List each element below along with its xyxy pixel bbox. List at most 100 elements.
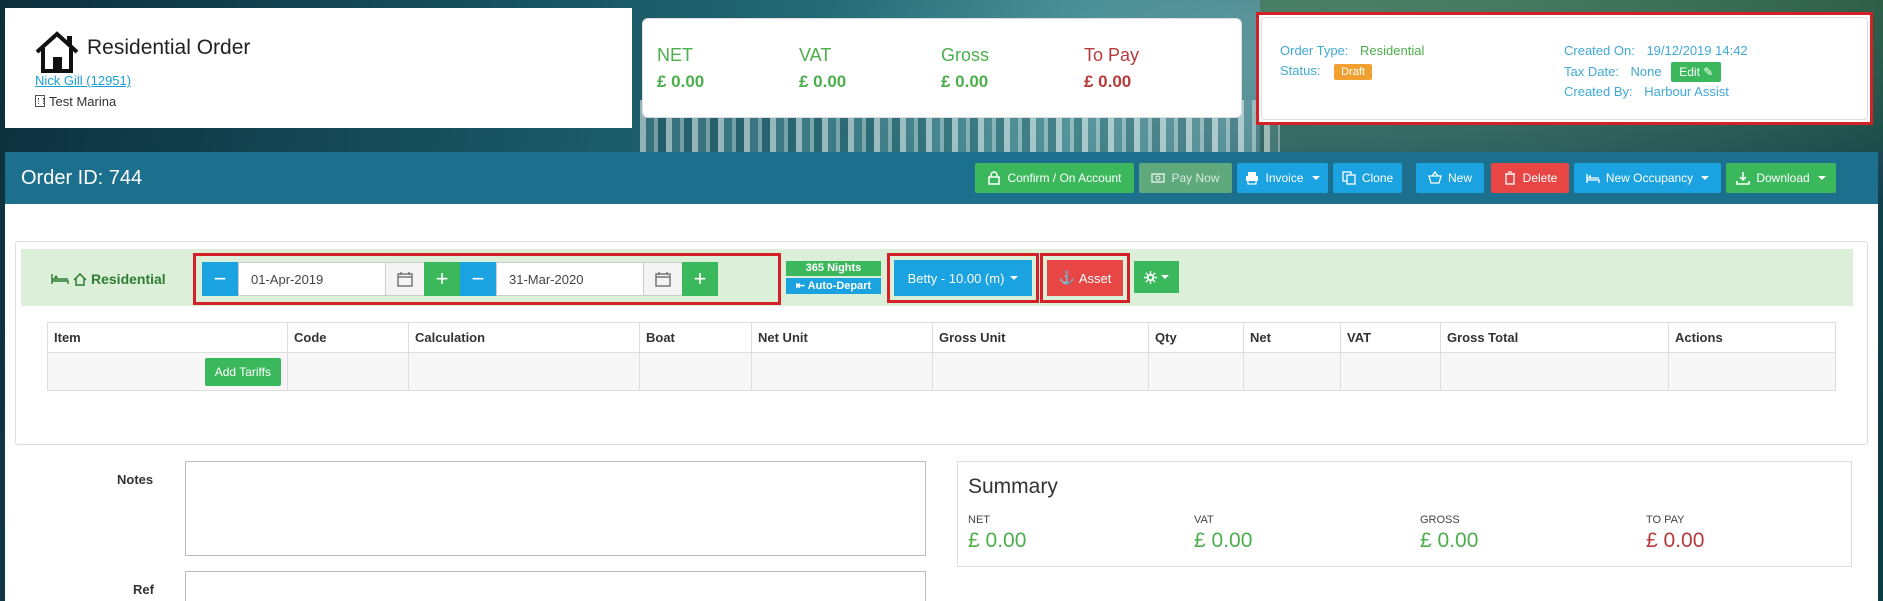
edit-icon: ✎: [1703, 65, 1714, 79]
delete-label: Delete: [1522, 171, 1558, 185]
start-date-decrement-button[interactable]: −: [202, 262, 238, 296]
bed-icon: [1586, 174, 1600, 183]
vat-value: £ 0.00: [799, 72, 847, 91]
settings-dropdown-button[interactable]: [1134, 261, 1179, 293]
col-gross-unit: Gross Unit: [932, 322, 1149, 353]
nights-badge: 365 Nights: [786, 261, 881, 276]
invoice-label: Invoice: [1265, 171, 1304, 185]
new-label: New: [1447, 171, 1472, 185]
anchor-icon: ⚓: [1058, 270, 1075, 285]
start-date-input[interactable]: 01-Apr-2019: [238, 262, 386, 296]
clone-button[interactable]: Clone: [1333, 163, 1402, 193]
created-on-row: Created On: 19/12/2019 14:42: [1564, 43, 1748, 58]
summary-panel: Summary NET £ 0.00 VAT £ 0.00 GROSS £ 0.…: [957, 461, 1852, 567]
pay-now-label: Pay Now: [1171, 171, 1220, 185]
summary-vat: VAT £ 0.00: [1194, 514, 1252, 553]
summary-net-value: £ 0.00: [968, 529, 1027, 552]
gross-value: £ 0.00: [941, 72, 989, 91]
table-row: Add Tariffs: [47, 352, 1836, 391]
net-value: £ 0.00: [657, 72, 705, 91]
col-vat: VAT: [1340, 322, 1441, 353]
confirm-on-account-button[interactable]: Confirm / On Account: [975, 163, 1134, 193]
order-toolbar: Order ID: 744 Confirm / On Account Pay N…: [5, 152, 1878, 204]
order-type-key: Order Type:: [1280, 43, 1349, 58]
house-icon: [35, 31, 79, 73]
net-label: NET: [657, 45, 693, 65]
table-cell: [287, 352, 409, 391]
clone-label: Clone: [1361, 171, 1394, 185]
created-by-key: Created By:: [1564, 84, 1633, 99]
col-item: Item: [47, 322, 288, 353]
download-icon: [1736, 172, 1751, 185]
order-type-value: Residential: [1360, 43, 1425, 58]
tariff-table: Item Code Calculation Boat Net Unit Gros…: [47, 322, 1836, 391]
summary-net-label: NET: [968, 514, 990, 526]
gross-label: Gross: [941, 45, 990, 65]
start-calendar-icon[interactable]: [385, 262, 425, 296]
col-boat: Boat: [639, 322, 752, 353]
boat-select-button[interactable]: Betty - 10.00 (m): [894, 260, 1032, 296]
new-button[interactable]: New: [1416, 163, 1484, 193]
summary-gross-label: GROSS: [1420, 514, 1460, 526]
summary-to-pay-value: £ 0.00: [1646, 529, 1705, 552]
order-type-row: Order Type: Residential: [1280, 43, 1424, 58]
summary-title: Summary: [968, 475, 1058, 498]
totals-card: NET £ 0.00 VAT £ 0.00 Gross £ 0.00 To Pa…: [642, 18, 1242, 118]
total-gross: Gross £ 0.00: [941, 45, 989, 92]
customer-link[interactable]: Nick Gill (12951): [35, 73, 131, 88]
new-occupancy-button[interactable]: New Occupancy: [1574, 163, 1721, 193]
pay-now-button[interactable]: Pay Now: [1139, 163, 1232, 193]
table-cell: [1243, 352, 1341, 391]
basket-icon: [1428, 171, 1442, 184]
home-icon: [73, 272, 87, 286]
copy-icon: [1342, 171, 1356, 185]
summary-vat-label: VAT: [1194, 514, 1214, 526]
invoice-button[interactable]: Invoice: [1237, 163, 1328, 193]
ref-input[interactable]: [185, 571, 926, 601]
col-code: Code: [287, 322, 409, 353]
edit-tax-date-button[interactable]: Edit ✎: [1671, 62, 1722, 82]
col-qty: Qty: [1148, 322, 1244, 353]
table-cell: Add Tariffs: [47, 352, 288, 391]
table-cell: [639, 352, 752, 391]
auto-depart-label: Auto-Depart: [807, 280, 872, 292]
summary-vat-value: £ 0.00: [1194, 529, 1253, 552]
end-date-increment-button[interactable]: +: [682, 262, 718, 296]
residential-text: Residential: [91, 271, 166, 287]
vat-label: VAT: [799, 45, 832, 65]
to-pay-value: £ 0.00: [1084, 72, 1132, 91]
add-tariffs-button[interactable]: Add Tariffs: [204, 357, 281, 386]
summary-gross-value: £ 0.00: [1420, 529, 1479, 552]
end-calendar-icon[interactable]: [643, 262, 683, 296]
summary-to-pay-label: TO PAY: [1646, 514, 1685, 526]
created-on-value: 19/12/2019 14:42: [1646, 43, 1748, 58]
download-button[interactable]: Download: [1726, 163, 1836, 193]
summary-gross: GROSS £ 0.00: [1420, 514, 1478, 553]
status-badge: Draft: [1334, 64, 1372, 80]
trash-icon: [1504, 171, 1515, 185]
summary-net: NET £ 0.00: [968, 514, 1026, 553]
end-date-input[interactable]: 31-Mar-2020: [496, 262, 644, 296]
boat-select-label: Betty - 10.00 (m): [907, 270, 1005, 286]
created-by-row: Created By: Harbour Assist: [1564, 84, 1729, 99]
bed-icon: [51, 274, 69, 284]
date-range-group: − 01-Apr-2019 + − 31-Mar-2020 +: [193, 253, 781, 305]
auto-depart-icon: ⇤: [795, 280, 805, 292]
asset-button[interactable]: ⚓ Asset: [1047, 260, 1123, 296]
to-pay-label: To Pay: [1084, 45, 1140, 65]
notes-textarea[interactable]: [185, 461, 926, 556]
order-id: Order ID: 744: [21, 167, 143, 189]
building-icon: [35, 95, 45, 107]
auto-depart-badge: ⇤ Auto-Depart: [786, 278, 881, 294]
end-date-decrement-button[interactable]: −: [460, 262, 496, 296]
page-title: Residential Order: [87, 36, 251, 59]
start-date-increment-button[interactable]: +: [424, 262, 460, 296]
delete-button[interactable]: Delete: [1491, 163, 1569, 193]
col-actions: Actions: [1668, 322, 1836, 353]
download-label: Download: [1756, 171, 1810, 185]
tax-date-key: Tax Date:: [1564, 64, 1619, 79]
table-cell: [408, 352, 640, 391]
status-key: Status:: [1280, 63, 1321, 78]
new-occupancy-label: New Occupancy: [1605, 171, 1694, 185]
tax-date-row: Tax Date: None Edit ✎: [1564, 62, 1722, 82]
